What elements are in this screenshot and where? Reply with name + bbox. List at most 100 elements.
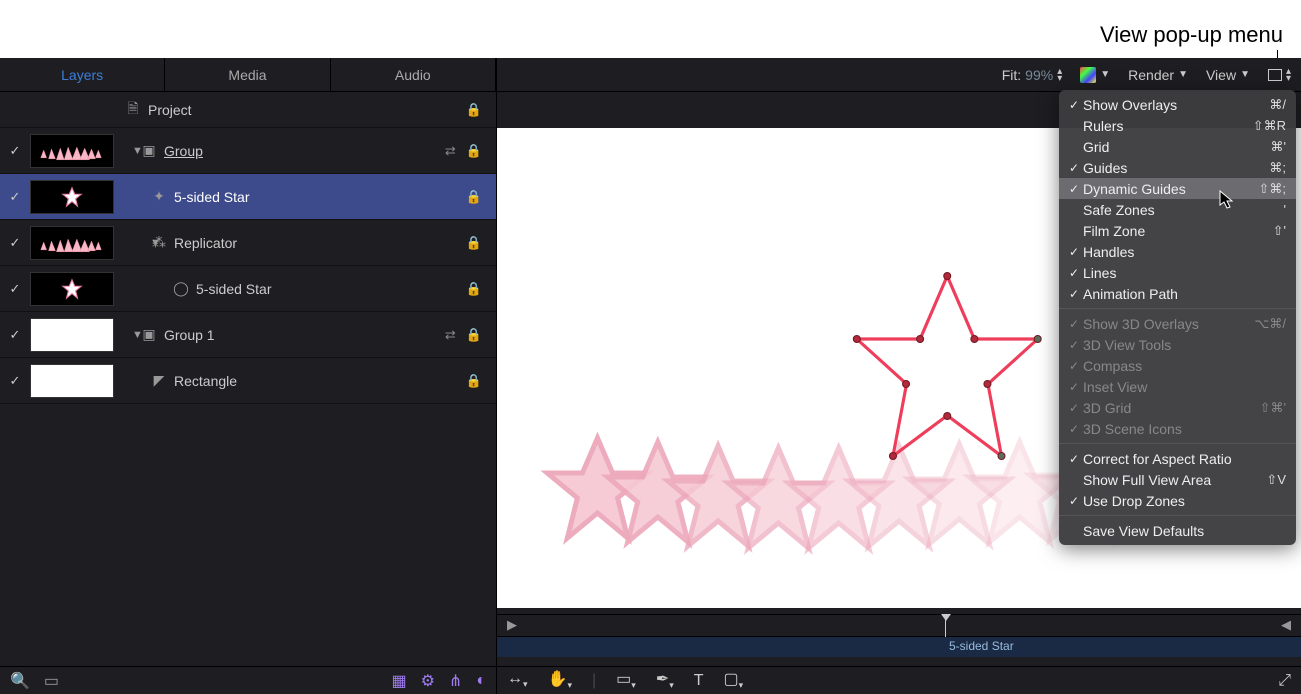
thumbnail	[30, 318, 114, 352]
panel-icon[interactable]: ▭	[44, 671, 59, 691]
row-label: Replicator	[174, 235, 466, 251]
sidebar: Layers Media Audio 🗎 Project 🔒 ✓ ▼ ▣ Gro…	[0, 58, 497, 694]
tab-media[interactable]: Media	[165, 58, 330, 91]
view-layout-menu[interactable]: ▴▾	[1264, 66, 1295, 84]
pan-tool-icon[interactable]: ✋▾	[548, 669, 572, 691]
menu-grid[interactable]: Grid⌘'	[1059, 136, 1296, 157]
color-channel-menu[interactable]: ▼	[1076, 65, 1114, 85]
tab-audio[interactable]: Audio	[331, 58, 496, 91]
menu-lines[interactable]: ✓Lines	[1059, 262, 1296, 283]
checkbox[interactable]: ✓	[0, 189, 30, 205]
menu-3d-grid: ✓3D Grid⇧⌘'	[1059, 397, 1296, 418]
render-menu[interactable]: Render▼	[1124, 65, 1192, 85]
out-point-icon[interactable]: ◀	[1281, 617, 1291, 633]
disclosure-icon[interactable]: ▼	[124, 237, 150, 249]
select-tool-icon[interactable]: ↔▾	[507, 670, 528, 690]
lock-icon[interactable]: 🔒	[466, 102, 482, 118]
menu-safe-zones[interactable]: Safe Zones'	[1059, 199, 1296, 220]
fit-label: Fit:	[1002, 67, 1021, 83]
lock-icon[interactable]: 🔒	[466, 373, 482, 389]
checkbox[interactable]: ✓	[0, 143, 30, 159]
cursor-icon	[1219, 190, 1235, 215]
lock-icon[interactable]: 🔒	[466, 143, 482, 159]
square-icon	[1268, 69, 1282, 81]
stepper-icon: ▴▾	[1286, 68, 1291, 82]
row-group[interactable]: ✓ ▼ ▣ Group ⇄ 🔒	[0, 128, 496, 174]
row-project[interactable]: 🗎 Project 🔒	[0, 92, 496, 128]
canvas-toolbar: Fit: 99% ▴▾ ▼ Render▼ View▼ ▴▾	[497, 58, 1301, 92]
checkbox[interactable]: ✓	[0, 327, 30, 343]
lock-icon[interactable]: 🔒	[466, 235, 482, 251]
menu-handles[interactable]: ✓Handles	[1059, 241, 1296, 262]
layer-list: 🗎 Project 🔒 ✓ ▼ ▣ Group ⇄ 🔒 ✓	[0, 92, 496, 666]
view-popup-menu: ✓Show Overlays⌘/ Rulers⇧⌘R Grid⌘' ✓Guide…	[1059, 90, 1296, 545]
thumbnail	[30, 226, 114, 260]
fit-menu[interactable]: Fit: 99% ▴▾	[998, 65, 1067, 85]
sidebar-tabs: Layers Media Audio	[0, 58, 496, 92]
checker-icon[interactable]: ▦	[391, 671, 406, 691]
mini-timeline[interactable]: ▶ ◀ 5-sided Star	[497, 614, 1301, 666]
circle-icon: ◯	[172, 280, 190, 297]
mask-tool-icon[interactable]: ▢▾	[724, 669, 744, 691]
expand-icon[interactable]: ⤢	[1278, 672, 1291, 690]
row-5-sided-star-child[interactable]: ✓ ◯ 5-sided Star 🔒	[0, 266, 496, 312]
canvas-tool-row: ↔▾ ✋▾ | ▭▾ ✒▾ T ▢▾ ⤢	[497, 666, 1301, 694]
lock-icon[interactable]: 🔒	[466, 189, 482, 205]
in-point-icon[interactable]: ▶	[507, 617, 517, 633]
timeline-clip-label: 5-sided Star	[949, 639, 1014, 653]
menu-inset-view: ✓Inset View	[1059, 376, 1296, 397]
text-tool-icon[interactable]: T	[694, 672, 704, 690]
lock-icon[interactable]: 🔒	[466, 281, 482, 297]
tab-layers[interactable]: Layers	[0, 58, 165, 91]
checkbox[interactable]: ✓	[0, 281, 30, 297]
gear-icon[interactable]: ⚙	[421, 671, 435, 691]
pen-tool-icon[interactable]: ✒▾	[656, 669, 674, 691]
thumbnail	[30, 364, 114, 398]
menu-guides[interactable]: ✓Guides⌘;	[1059, 157, 1296, 178]
menu-separator	[1059, 443, 1296, 444]
playhead[interactable]	[945, 615, 946, 637]
menu-save-view-defaults[interactable]: Save View Defaults	[1059, 520, 1296, 541]
disclosure-icon[interactable]: ▼	[124, 145, 140, 157]
timeline-clip[interactable]	[497, 637, 1301, 657]
disclosure-icon[interactable]: ▼	[124, 329, 140, 341]
checkbox[interactable]: ✓	[0, 235, 30, 251]
menu-3d-view-tools: ✓3D View Tools	[1059, 334, 1296, 355]
row-label: Group	[164, 143, 445, 159]
group-icon: ▣	[140, 142, 158, 159]
search-icon[interactable]: 🔍	[10, 671, 30, 691]
rect-tool-icon[interactable]: ▭▾	[616, 669, 636, 691]
menu-film-zone[interactable]: Film Zone⇧'	[1059, 220, 1296, 241]
mask-icon: ◤	[150, 372, 168, 389]
menu-compass: ✓Compass	[1059, 355, 1296, 376]
shape-icon: ✦	[150, 188, 168, 205]
menu-animation-path[interactable]: ✓Animation Path	[1059, 283, 1296, 304]
row-5-sided-star-selected[interactable]: ✓ ✦ 5-sided Star 🔒	[0, 174, 496, 220]
checkbox[interactable]: ✓	[0, 373, 30, 389]
timeline-ruler[interactable]: ▶ ◀	[497, 615, 1301, 637]
menu-rulers[interactable]: Rulers⇧⌘R	[1059, 115, 1296, 136]
row-label: 5-sided Star	[196, 281, 466, 297]
row-replicator[interactable]: ✓ ▼ ⁂ Replicator 🔒	[0, 220, 496, 266]
row-rectangle[interactable]: ✓ ◤ Rectangle 🔒	[0, 358, 496, 404]
row-label: Rectangle	[174, 373, 466, 389]
filter-icon[interactable]: ⋔	[449, 671, 462, 691]
annotation-label: View pop-up menu	[1100, 22, 1283, 48]
row-label: Group 1	[164, 327, 445, 343]
color-swatch-icon	[1080, 67, 1096, 83]
view-menu[interactable]: View▼	[1202, 65, 1254, 85]
menu-show-overlays[interactable]: ✓Show Overlays⌘/	[1059, 94, 1296, 115]
replicator-icon: ⁂	[150, 234, 168, 251]
menu-use-drop-zones[interactable]: ✓Use Drop Zones	[1059, 490, 1296, 511]
menu-full-view-area[interactable]: Show Full View Area⇧V	[1059, 469, 1296, 490]
lock-icon[interactable]: 🔒	[466, 327, 482, 343]
row-group1[interactable]: ✓ ▼ ▣ Group 1 ⇄🔒	[0, 312, 496, 358]
link-icon[interactable]: ⇄	[445, 143, 456, 159]
menu-correct-aspect[interactable]: ✓Correct for Aspect Ratio	[1059, 448, 1296, 469]
thumbnail	[30, 272, 114, 306]
menu-3d-scene-icons: ✓3D Scene Icons	[1059, 418, 1296, 439]
menu-show-3d-overlays: ✓Show 3D Overlays⌥⌘/	[1059, 313, 1296, 334]
link-icon[interactable]: ⇄	[445, 327, 456, 343]
menu-dynamic-guides[interactable]: ✓Dynamic Guides⇧⌘;	[1059, 178, 1296, 199]
mask-toggle-icon[interactable]: ◐	[476, 672, 486, 690]
